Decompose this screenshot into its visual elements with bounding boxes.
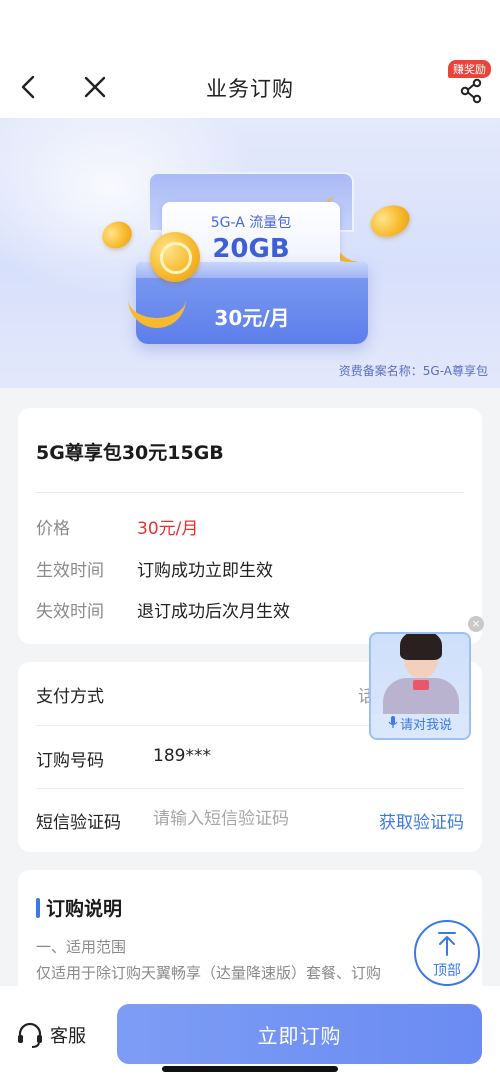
customer-service-label: 客服 xyxy=(50,1026,86,1047)
section-accent-bar xyxy=(36,898,40,918)
get-code-button[interactable]: 获取验证码 xyxy=(379,808,464,833)
home-indicator xyxy=(162,1066,338,1072)
product-name: 5G尊享包30元15GB xyxy=(36,442,224,464)
coin-icon xyxy=(150,232,200,282)
price-label: 价格 xyxy=(36,519,70,539)
product-info-card: 5G尊享包30元15GB 价格 30元/月 生效时间 订购成功立即生效 失效时间 退订… xyxy=(18,408,482,644)
coin-icon xyxy=(366,200,414,242)
tariff-filing-note: 资费备案名称：5G-A尊享包 xyxy=(338,364,488,378)
back-to-top-label: 顶部 xyxy=(433,963,461,979)
sms-code-label: 短信验证码 xyxy=(36,813,121,833)
share-icon xyxy=(460,78,482,104)
phone-number-value: 189*** xyxy=(153,746,211,766)
headset-icon xyxy=(18,1022,42,1048)
effective-time-label: 生效时间 xyxy=(36,561,104,581)
expiry-time-value: 退订成功后次月生效 xyxy=(137,602,290,622)
microphone-icon xyxy=(388,714,398,738)
assistant-label: 请对我说 xyxy=(399,718,452,733)
assistant-avatar-hair xyxy=(400,634,442,660)
payment-method-label: 支付方式 xyxy=(36,687,104,707)
share-button[interactable] xyxy=(456,76,486,106)
effective-time-row: 生效时间 订购成功立即生效 xyxy=(36,556,273,581)
data-pack-subtitle: 5G-A 流量包 xyxy=(210,215,292,231)
price-row: 价格 30元/月 xyxy=(36,514,198,539)
sms-code-input[interactable] xyxy=(153,802,343,836)
customer-service-button[interactable]: 客服 xyxy=(16,1022,86,1048)
sms-code-row: 短信验证码 获取验证码 xyxy=(36,788,464,852)
arrow-up-icon xyxy=(438,932,456,956)
expiry-time-label: 失效时间 xyxy=(36,602,104,622)
price-value: 30元/月 xyxy=(137,519,199,539)
nav-bar: 业务订购 赚奖励 xyxy=(0,56,500,118)
assistant-close-button[interactable]: × xyxy=(468,616,484,632)
assistant-label-bar: 请对我说 xyxy=(371,714,469,738)
expiry-time-row: 失效时间 退订成功后次月生效 xyxy=(36,597,290,622)
page-title: 业务订购 xyxy=(206,77,294,101)
order-now-button[interactable]: 立即订购 xyxy=(117,1004,482,1064)
order-description-card: 订购说明 一、适用范围 仅适用于除订购天翼畅享（达量降速版）套餐、订购 xyxy=(18,870,482,1000)
effective-time-value: 订购成功立即生效 xyxy=(137,561,273,581)
description-text: 仅适用于除订购天翼畅享（达量降速版）套餐、订购 xyxy=(36,964,382,982)
assistant-avatar-collar xyxy=(413,680,429,690)
voice-assistant-widget[interactable]: 请对我说 xyxy=(369,632,471,740)
divider xyxy=(36,492,464,493)
status-bar xyxy=(0,0,500,56)
phone-number-label: 订购号码 xyxy=(36,751,104,771)
description-title: 订购说明 xyxy=(46,898,123,920)
description-subtitle: 一、适用范围 xyxy=(36,938,127,956)
back-to-top-button[interactable]: 顶部 xyxy=(414,920,480,986)
promo-banner: 5G-A 流量包 20GB 30元/月 资费备案名称：5G-A尊享包 xyxy=(0,118,500,388)
